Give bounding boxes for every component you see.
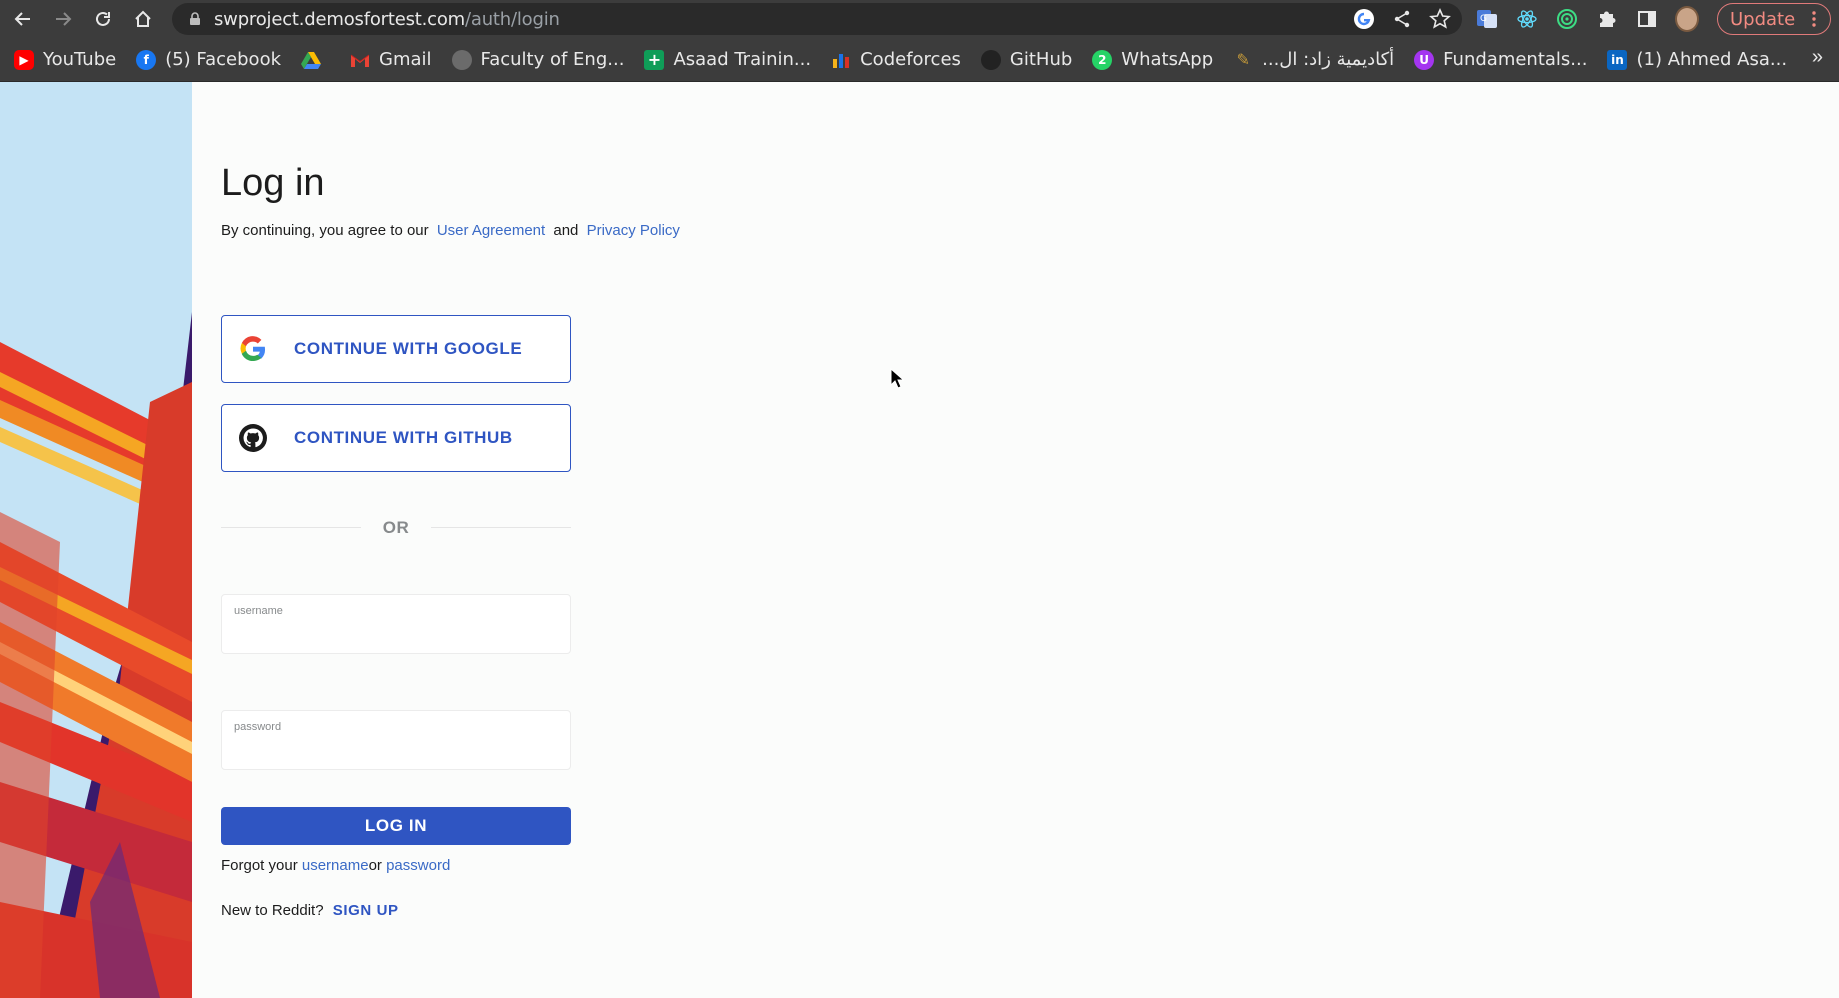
forgot-username-link[interactable]: username	[302, 857, 369, 874]
agreement-and: and	[553, 222, 579, 239]
facebook-icon: f	[136, 49, 157, 70]
bookmark-star-icon[interactable]	[1428, 7, 1452, 31]
username-label: username	[234, 605, 283, 617]
gmail-icon	[350, 50, 370, 70]
forgot-password-link[interactable]: password	[386, 857, 450, 874]
bookmark-google-drive[interactable]	[301, 45, 330, 75]
or-divider: OR	[221, 517, 571, 537]
forgot-prefix: Forgot your	[221, 857, 298, 874]
linkedin-icon: in	[1607, 49, 1628, 70]
url-path: /auth/login	[465, 8, 560, 30]
share-icon[interactable]	[1390, 7, 1414, 31]
forgot-or: or	[368, 857, 382, 874]
whatsapp-icon: 2	[1092, 49, 1113, 70]
bookmark-label: Codeforces	[860, 49, 961, 70]
url-host: swproject.demosfortest.com	[214, 8, 466, 30]
home-icon	[135, 10, 151, 27]
google-drive-icon	[301, 50, 321, 70]
bookmark-label: Asaad Trainin...	[673, 49, 812, 70]
or-label: OR	[382, 518, 410, 537]
lock-icon	[190, 12, 200, 25]
update-label: Update	[1730, 8, 1796, 30]
update-button[interactable]: Update	[1717, 3, 1831, 35]
plus-icon: +	[644, 49, 665, 70]
target-extension-icon[interactable]	[1555, 4, 1579, 34]
profile-avatar[interactable]	[1675, 4, 1699, 34]
bookmark-youtube[interactable]: ▶ YouTube	[14, 45, 116, 75]
log-in-button[interactable]: LOG IN	[221, 807, 571, 845]
new-user-prefix: New to Reddit?	[221, 902, 324, 919]
udemy-icon: U	[1414, 49, 1435, 70]
globe-icon	[451, 49, 472, 70]
bookmark-linkedin[interactable]: in (1) Ahmed Asa...	[1607, 45, 1787, 75]
sign-up-link[interactable]: SIGN UP	[333, 902, 399, 919]
page-title: Log in	[221, 162, 325, 204]
back-button[interactable]	[8, 4, 38, 34]
arrow-right-icon	[56, 12, 72, 26]
abstract-art-image	[0, 82, 192, 998]
address-bar[interactable]: swproject.demosfortest.com/auth/login	[172, 3, 1462, 35]
bookmark-label: YouTube	[43, 49, 117, 70]
side-panel-icon[interactable]	[1635, 4, 1659, 34]
bookmark-label: Faculty of Eng...	[480, 49, 625, 70]
bookmark-label: WhatsApp	[1121, 49, 1214, 70]
bookmark-asaad[interactable]: + Asaad Trainin...	[644, 45, 811, 75]
user-agreement-link[interactable]: User Agreement	[437, 222, 545, 239]
bookmark-label: Gmail	[379, 49, 432, 70]
agreement-prefix: By continuing, you agree to our	[221, 222, 429, 239]
github-icon	[980, 49, 1001, 70]
privacy-policy-link[interactable]: Privacy Policy	[587, 222, 680, 239]
reload-icon	[96, 11, 110, 26]
bookmark-fundamentals[interactable]: U Fundamentals...	[1414, 45, 1587, 75]
translate-extension-icon[interactable]: G	[1475, 4, 1499, 34]
bookmark-label: أكاديمية زاد: ال...	[1262, 49, 1395, 70]
github-icon	[239, 424, 267, 452]
bookmark-label: GitHub	[1009, 49, 1073, 70]
google-button-label: CONTINUE WITH GOOGLE	[294, 339, 523, 358]
username-input[interactable]	[234, 623, 554, 647]
password-label: password	[234, 721, 282, 733]
mouse-cursor-icon	[890, 368, 904, 389]
url-text: swproject.demosfortest.com/auth/login	[214, 9, 560, 30]
bookmark-gmail[interactable]: Gmail	[350, 45, 432, 75]
forward-button[interactable]	[48, 4, 78, 34]
decorative-artwork	[0, 82, 192, 998]
bookmark-whatsapp[interactable]: 2 WhatsApp	[1092, 45, 1213, 75]
svg-text:G: G	[1480, 14, 1487, 24]
continue-with-github-button[interactable]: CONTINUE WITH GITHUB	[221, 404, 571, 472]
menu-dots-icon	[1812, 11, 1816, 27]
extensions-puzzle-icon[interactable]	[1595, 4, 1619, 34]
more-bookmarks-button[interactable]: »	[1812, 46, 1823, 69]
browser-toolbar: swproject.demosfortest.com/auth/login G	[0, 0, 1839, 38]
reload-button[interactable]	[88, 4, 118, 34]
username-field[interactable]: username	[221, 594, 571, 654]
bookmark-faculty[interactable]: Faculty of Eng...	[451, 45, 625, 75]
bookmark-facebook[interactable]: f (5) Facebook	[136, 45, 281, 75]
codeforces-icon	[831, 50, 851, 70]
continue-with-google-button[interactable]: CONTINUE WITH GOOGLE	[221, 315, 571, 383]
bookmark-codeforces[interactable]: Codeforces	[831, 45, 961, 75]
avatar	[1675, 6, 1699, 32]
github-button-label: CONTINUE WITH GITHUB	[294, 428, 513, 447]
google-icon	[240, 336, 266, 362]
forgot-credentials-text: Forgot your usernameor password	[221, 857, 450, 874]
signup-prompt: New to Reddit? SIGN UP	[221, 902, 399, 919]
password-input[interactable]	[234, 739, 554, 763]
bookmark-label: Fundamentals...	[1443, 49, 1588, 70]
react-devtools-icon[interactable]	[1515, 4, 1539, 34]
bookmark-github[interactable]: GitHub	[980, 45, 1073, 75]
zad-icon: ✎	[1236, 50, 1250, 69]
bookmarks-bar: ▶ YouTube f (5) Facebook Gmail Faculty o…	[0, 38, 1839, 82]
log-in-label: LOG IN	[364, 816, 428, 835]
home-button[interactable]	[128, 4, 158, 34]
bookmark-label: (1) Ahmed Asa...	[1636, 49, 1788, 70]
arrow-left-icon	[14, 12, 30, 26]
agreement-text: By continuing, you agree to our User Agr…	[221, 222, 684, 239]
google-lens-icon[interactable]	[1352, 7, 1376, 31]
password-field[interactable]: password	[221, 710, 571, 770]
youtube-icon: ▶	[14, 49, 34, 70]
bookmark-label: (5) Facebook	[165, 49, 281, 70]
bookmark-zad[interactable]: ✎ أكاديمية زاد: ال...	[1233, 45, 1394, 75]
